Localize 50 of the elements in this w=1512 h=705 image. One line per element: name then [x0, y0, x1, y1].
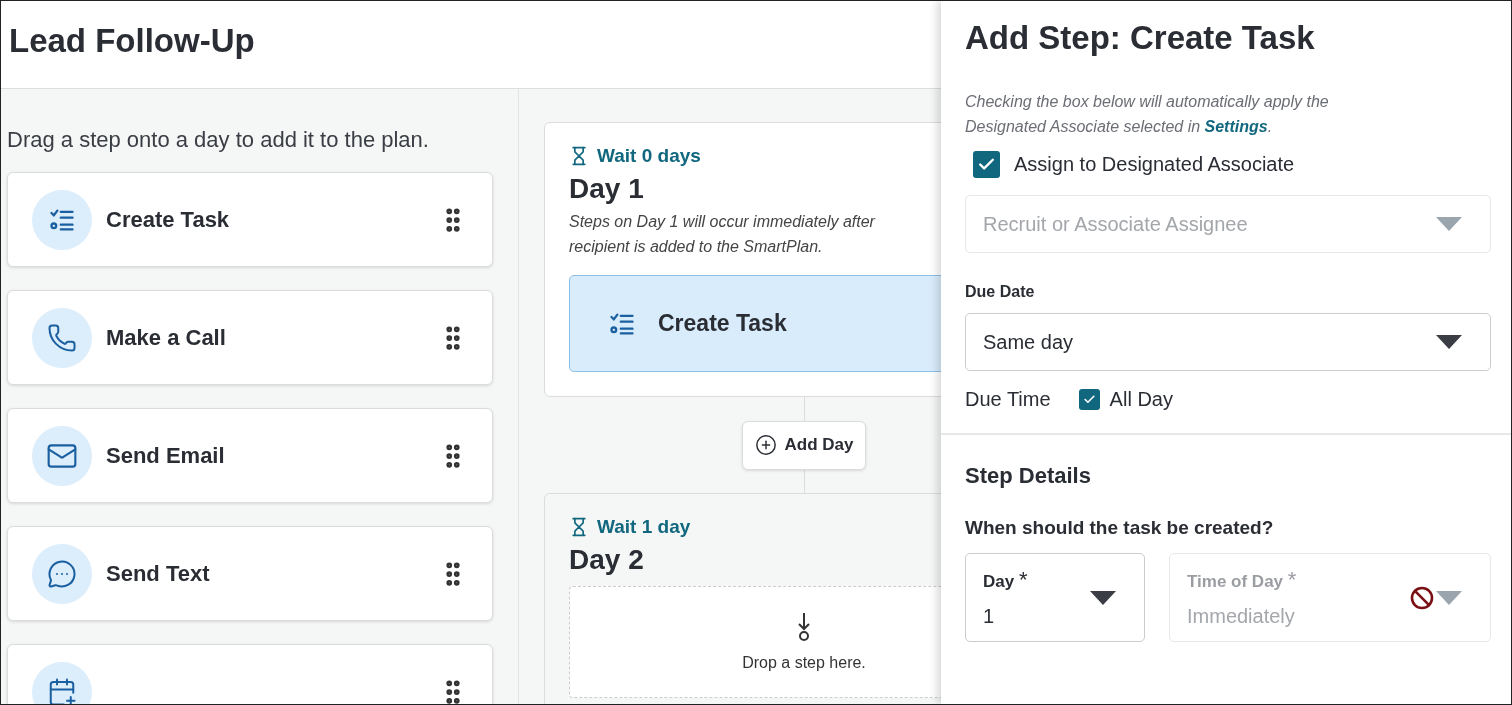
plus-circle-icon [754, 434, 777, 456]
drawer-title: Add Step: Create Task [965, 19, 1316, 57]
drop-hint: Drop a step here. [742, 654, 866, 672]
caret-icon [1436, 217, 1462, 231]
phone-icon [47, 322, 77, 353]
select-field[interactable]: Day * 1 [965, 553, 1145, 642]
step-card[interactable]: Send Text [7, 526, 493, 621]
chat-bubble-icon [47, 558, 77, 589]
add-day-button[interactable]: Add Day [741, 420, 867, 470]
field-value: Immediately [1187, 605, 1296, 628]
field-label: Time of Day * [1187, 567, 1297, 593]
field-label: Day * [983, 567, 1028, 593]
day-title: Day 1 [569, 173, 645, 205]
drop-arrow-icon [796, 612, 812, 642]
section-title: Step Details [965, 463, 1092, 489]
wait-label: Wait 1 day [569, 516, 941, 538]
question-text: When should the task be created? [965, 517, 1275, 539]
step-card[interactable]: Make a Call [7, 290, 493, 385]
day-title: Day 2 [569, 544, 645, 576]
step-label: Make a Call [106, 324, 227, 351]
placed-step-label: Create Task [658, 310, 787, 337]
check-icon [1082, 393, 1096, 406]
hourglass-icon [569, 517, 589, 537]
wait-label: Wait 0 days [569, 145, 941, 167]
hourglass-icon [569, 146, 589, 166]
checkbox-label: Assign to Designated Associate [1014, 153, 1295, 176]
caret-icon [1436, 335, 1462, 349]
calendar-icon [47, 676, 77, 704]
step-card[interactable]: Send Email [7, 408, 493, 503]
placed-step[interactable]: Create Task [569, 275, 941, 372]
day-note: Steps on Day 1 will occur immediately after [569, 212, 877, 232]
not-allowed-icon [1410, 585, 1434, 610]
checkbox[interactable] [973, 151, 1000, 178]
page-title: Lead Follow-Up [9, 21, 255, 60]
due-date-select[interactable]: Same day [965, 313, 1491, 371]
checkbox[interactable] [1078, 389, 1100, 410]
due-time-label: Due Time [965, 388, 1051, 411]
step-label: Send Email [106, 442, 226, 469]
step-label: Send Text [106, 560, 211, 587]
step-label: Create Task [106, 206, 231, 233]
palette-hint: Drag a step onto a day to add it to the plan. [7, 127, 430, 153]
field-label: Due Date [965, 283, 1036, 301]
info-text: Checking the box below will automatically apply the Designated Associate selected in Settings. [965, 92, 1330, 137]
day-note: recipient is added to the SmartPlan. [569, 237, 824, 257]
step-card[interactable]: Create Task [7, 172, 493, 267]
settings-link[interactable]: Settings [1204, 118, 1268, 135]
field-value: 1 [983, 605, 996, 628]
checkbox-label: All Day [1109, 388, 1173, 411]
caret-icon [1436, 590, 1462, 605]
caret-icon [1090, 590, 1116, 605]
